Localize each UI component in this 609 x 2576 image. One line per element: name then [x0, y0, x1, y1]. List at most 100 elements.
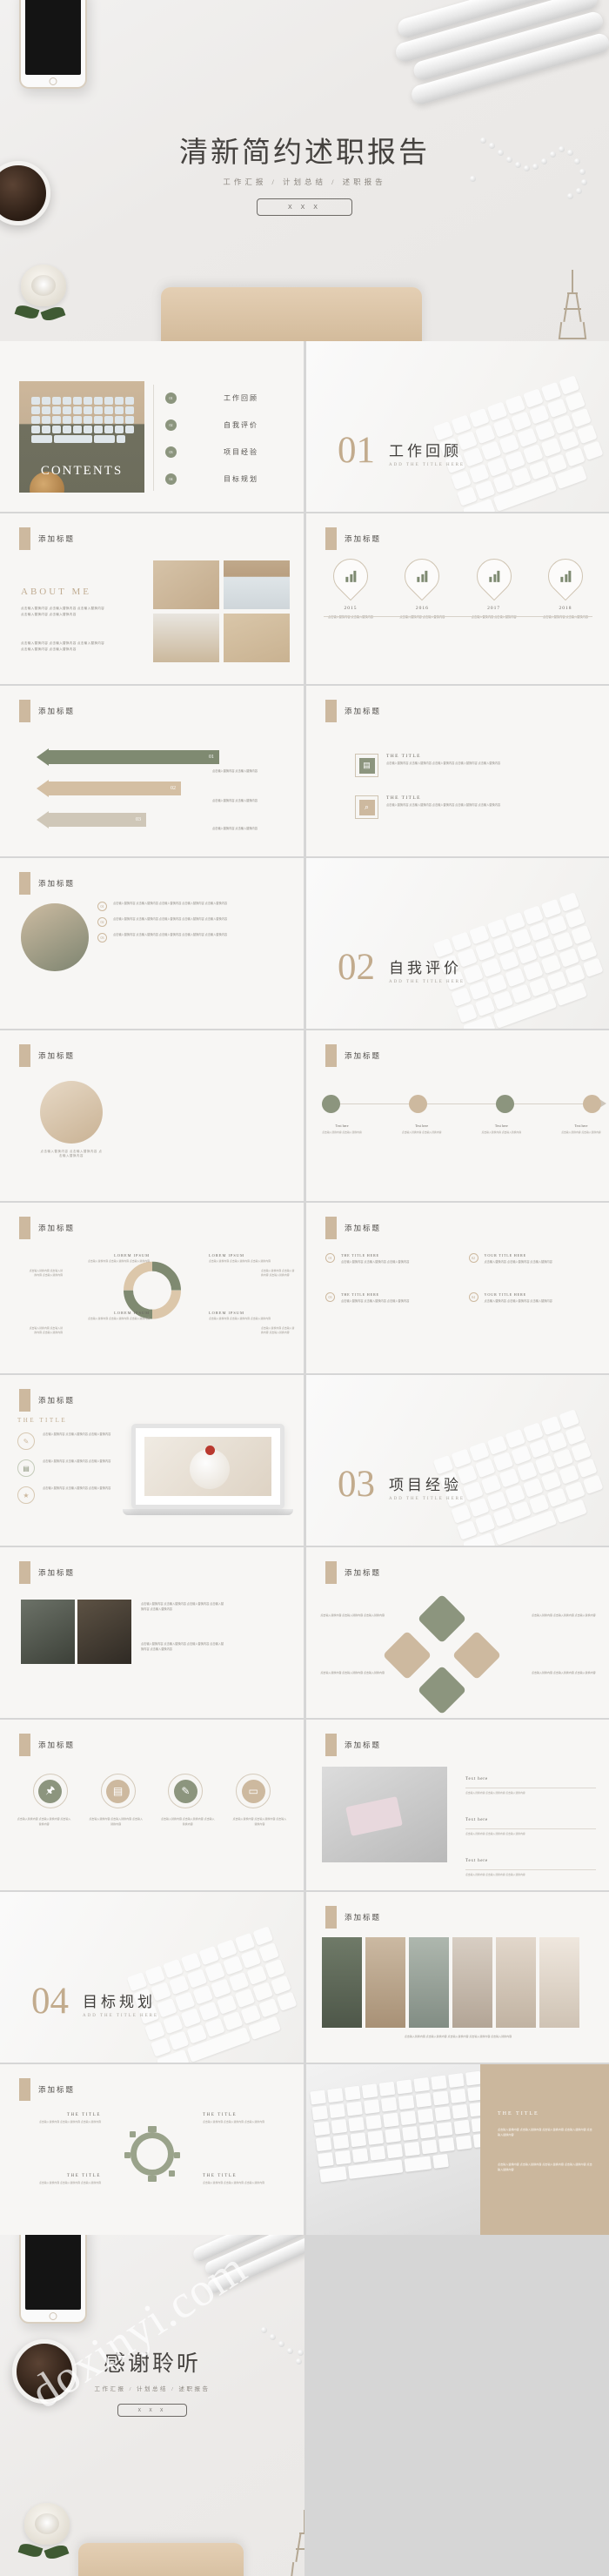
round-photo[interactable] [40, 1081, 103, 1144]
slide-timeline[interactable]: 添加标题 Text here 点击输入替换内容 点击输入替换内容 Text he… [306, 1030, 609, 1201]
cover-slide[interactable]: 清新简约述职报告 工作汇报 / 计划总结 / 述职报告 X X X [0, 0, 609, 341]
diamond-caption: 点击输入替换内容 点击输入替换内容 点击输入替换内容 [532, 1613, 596, 1617]
diamond-shape[interactable] [382, 1630, 432, 1680]
photo-strip[interactable] [496, 1937, 536, 2028]
slide-section-01[interactable]: 01 工作回顾 ADD THE TITLE HERE [306, 341, 609, 512]
photo-strip[interactable] [409, 1937, 449, 2028]
list-item[interactable]: 04 目标规划 [165, 466, 290, 493]
slide-gear-chart[interactable]: 添加标题 THE TITLE 点击输入替换内容 点击输入替换内容 点击输入替换内… [0, 2064, 304, 2235]
arrow-bar[interactable]: 03 [37, 811, 146, 828]
list-item[interactable]: Text here 点击输入替换内容 点击输入替换内容 点击输入替换内容 [465, 1850, 596, 1877]
milestone-item[interactable]: 2016 点击输入替换内容 点击输入替换内容 [390, 551, 454, 621]
contents-number: 04 [165, 473, 177, 485]
slide-icon-list[interactable]: 添加标题 ▤ THE TITLE 点击输入替换内容 点击输入替换内容 点击输入替… [306, 686, 609, 856]
slide-four-icons[interactable]: 添加标题 🖈 ▤ ✎ ▭ 点击输入替换内容 点击输入替换内容 点击输入替换内容 … [0, 1720, 304, 1890]
icon-text-row[interactable]: ✎ 点击输入替换内容 点击输入替换内容 点击输入替换内容 [17, 1432, 130, 1450]
photo-thumbnail[interactable] [322, 1767, 447, 1862]
numbered-cell[interactable]: 02 YOUR TITLE HERE 点击输入替换内容 点击输入替换内容 点击输… [468, 1253, 597, 1265]
slide-about-me[interactable]: 添加标题 ABOUT ME 点击输入替换内容 点击输入替换内容 点击输入替换内容… [0, 513, 304, 684]
icon-text-row[interactable]: ★ 点击输入替换内容 点击输入替换内容 点击输入替换内容 [17, 1486, 130, 1504]
milestone-item[interactable]: 2017 点击输入替换内容 点击输入替换内容 [462, 551, 526, 621]
monitor-icon[interactable]: ▭ [236, 1774, 271, 1808]
slide-laptop[interactable]: 添加标题 THE TITLE ✎ 点击输入替换内容 点击输入替换内容 点击输入替… [0, 1375, 304, 1546]
diamond-shape[interactable] [452, 1630, 502, 1680]
slide-photo-text-list[interactable]: 添加标题 Text here 点击输入替换内容 点击输入替换内容 点击输入替换内… [306, 1720, 609, 1890]
pencil-icon[interactable]: ✎ [168, 1774, 204, 1808]
slide-section-03[interactable]: 03 项目经验 ADD THE TITLE HERE [306, 1375, 609, 1546]
timeline-node[interactable] [496, 1095, 514, 1113]
photo-thumbnail[interactable] [153, 560, 219, 609]
closing-button[interactable]: X X X [117, 2404, 187, 2417]
photo-thumbnail[interactable] [153, 614, 219, 662]
milestone-item[interactable]: 2018 点击输入替换内容 点击输入替换内容 [533, 551, 598, 621]
arrow-bar[interactable]: 01 [37, 748, 219, 766]
timeline-label-desc: 点击输入替换内容 点击输入替换内容 [401, 1130, 442, 1134]
slide-header: 添加标题 [325, 527, 381, 550]
list-item[interactable]: 03 项目经验 [165, 439, 290, 466]
list-item[interactable]: 02 点击输入替换内容 点击输入替换内容 点击输入替换内容 点击输入替换内容 点… [97, 917, 291, 927]
diamond-shape[interactable] [417, 1665, 467, 1715]
circular-photo[interactable] [21, 903, 89, 971]
slide-contents[interactable]: CONTENTS 01 工作回顾 02 自我评价 03 项目经验 04 目标规划 [0, 341, 304, 512]
slide-keyboard-panel[interactable]: THE TITLE 点击输入替换内容 点击输入替换内容 点击输入替换内容 点击输… [306, 2064, 609, 2235]
photo-thumbnail[interactable] [224, 614, 290, 662]
icon-labels: 点击输入替换内容 点击输入替换内容 点击输入替换内容 点击输入替换内容 点击输入… [0, 1817, 304, 1827]
photo-thumbnail[interactable] [224, 560, 290, 609]
closing-slide[interactable]: 感谢聆听 工作汇报 / 计划总结 / 述职报告 X X X doxinyi.co… [0, 2235, 609, 2576]
photo-strip[interactable] [539, 1937, 579, 2028]
slide-diamond-cluster[interactable]: 添加标题 点击输入替换内容 点击输入替换内容 点击输入替换内容 点击输入替换内容… [306, 1547, 609, 1718]
section-title: 目标规划 [83, 1993, 156, 2010]
slide-steps[interactable]: 添加标题 01 点击输入替换内容 点击输入替换内容 点击输入替换内容 点击输入替… [0, 858, 304, 1029]
paperclip-icon[interactable]: 🖈 [32, 1774, 68, 1808]
numbered-cell[interactable]: 04 YOUR TITLE HERE 点击输入替换内容 点击输入替换内容 点击输… [468, 1291, 597, 1305]
diamond-caption: 点击输入替换内容 点击输入替换内容 点击输入替换内容 [320, 1613, 385, 1617]
divider [465, 1869, 596, 1871]
slide-photo-strips[interactable]: 添加标题 点击输入替换内容 点击输入替换内容 点击输入替换内容 点击输入替换内容… [306, 1892, 609, 2063]
photo-strip[interactable] [452, 1937, 492, 2028]
accent-bar [19, 872, 30, 895]
slide-section-04[interactable]: 04 目标规划 ADD THE TITLE HERE [0, 1892, 304, 2063]
numbered-cell[interactable]: 03 THE TITLE HERE 点击输入替换内容 点击输入替换内容 点击输入… [325, 1291, 453, 1305]
timeline-node[interactable] [322, 1095, 340, 1113]
slide-header: 添加标题 [19, 1044, 75, 1067]
list-item[interactable]: 01 工作回顾 [165, 385, 290, 412]
icon-text-row[interactable]: ⌕ THE TITLE 点击输入替换内容 点击输入替换内容 点击输入替换内容 点… [355, 795, 552, 819]
photo-thumbnail[interactable] [21, 1600, 75, 1664]
icon-text-row[interactable]: ▤ THE TITLE 点击输入替换内容 点击输入替换内容 点击输入替换内容 点… [355, 754, 552, 777]
item-title: Text here [465, 1859, 488, 1864]
clipboard-icon[interactable]: ▤ [100, 1774, 136, 1808]
timeline-label-title: Text here [335, 1124, 349, 1128]
about-heading: ABOUT ME [21, 587, 91, 597]
slide-numbered-grid[interactable]: 添加标题 01 THE TITLE HERE 点击输入替换内容 点击输入替换内容… [306, 1203, 609, 1373]
list-item[interactable]: Text here 点击输入替换内容 点击输入替换内容 点击输入替换内容 [465, 1809, 596, 1836]
numbered-cell[interactable]: 01 THE TITLE HERE 点击输入替换内容 点击输入替换内容 点击输入… [325, 1253, 453, 1265]
slide-milestones[interactable]: 添加标题 2015 点击输入替换内容 点击输入替换内容 2016 点击输入替换内… [306, 513, 609, 684]
arrow-bar[interactable]: 02 [37, 780, 181, 797]
timeline-node[interactable] [409, 1095, 427, 1113]
slide-arrow-chart[interactable]: 添加标题 01 点击输入替换内容 点击输入替换内容 02 点击输入替换内容 点击… [0, 686, 304, 856]
ppt-template-preview: 清新简约述职报告 工作汇报 / 计划总结 / 述职报告 X X X CONTEN… [0, 0, 609, 2576]
icon-text-row[interactable]: ▤ 点击输入替换内容 点击输入替换内容 点击输入替换内容 [17, 1459, 130, 1477]
accent-bar [19, 2078, 30, 2101]
photo-thumbnail[interactable] [77, 1600, 131, 1664]
slide-donut-chart[interactable]: 添加标题 LOREM IPSUM 点击输入替换内容 点击输入替换内容 点击输入替… [0, 1203, 304, 1373]
list-item[interactable]: 02 自我评价 [165, 412, 290, 439]
photo-grid [153, 560, 290, 662]
timeline-label-desc: 点击输入替换内容 点击输入替换内容 [481, 1130, 522, 1134]
list-item[interactable]: 01 点击输入替换内容 点击输入替换内容 点击输入替换内容 点击输入替换内容 点… [97, 902, 291, 911]
timeline-line [324, 616, 592, 617]
list-item[interactable]: 03 点击输入替换内容 点击输入替换内容 点击输入替换内容 点击输入替换内容 点… [97, 933, 291, 943]
slide-two-photos[interactable]: 添加标题 点击输入替换内容 点击输入替换内容 点击输入替换内容 点击输入替换内容… [0, 1547, 304, 1718]
slide-section-02[interactable]: 02 自我评价 ADD THE TITLE HERE [306, 858, 609, 1029]
section-number: 01 [338, 430, 375, 471]
list-item[interactable]: Text here 点击输入替换内容 点击输入替换内容 点击输入替换内容 [465, 1768, 596, 1795]
laptop-base [123, 1509, 293, 1515]
slide-round-photo[interactable]: 添加标题 点击输入替换内容 点击输入替换内容 点击输入替换内容 [0, 1030, 304, 1201]
timeline-node[interactable] [583, 1095, 601, 1113]
cover-button[interactable]: X X X [257, 198, 352, 216]
diamond-shape[interactable] [417, 1593, 467, 1644]
milestone-item[interactable]: 2015 点击输入替换内容 点击输入替换内容 [318, 551, 383, 621]
photo-strip[interactable] [365, 1937, 405, 2028]
photo-strip[interactable] [322, 1937, 362, 2028]
quadrant-text: 点击输入替换内容 点击输入替换内容 点击输入替换内容 [203, 2120, 264, 2123]
